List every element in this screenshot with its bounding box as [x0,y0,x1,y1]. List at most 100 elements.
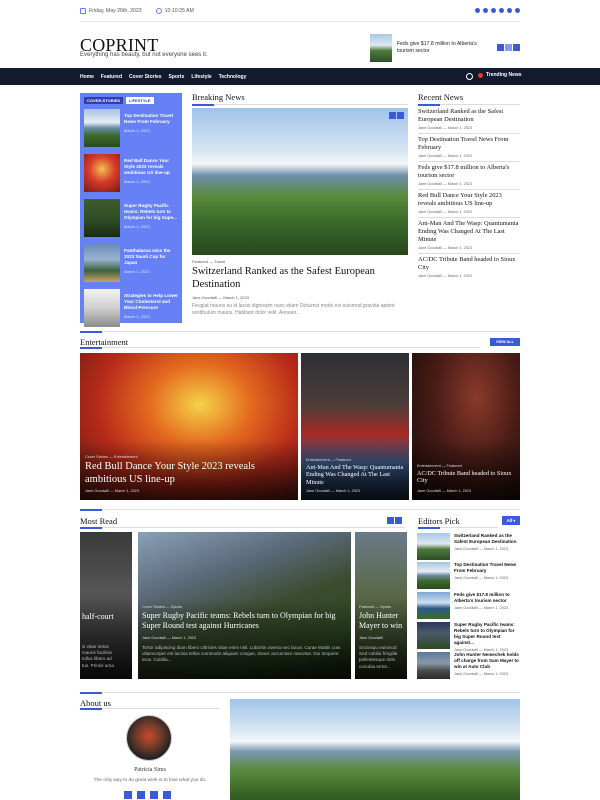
nav-item-technology[interactable]: Technology [219,74,247,80]
prev-arrow-button[interactable] [387,517,394,524]
card-title[interactable]: half-court [82,612,132,622]
twitter-icon[interactable] [491,8,496,13]
recent-news-title[interactable]: Switzerland Ranked as the Safest Europea… [418,108,520,124]
editors-pick-item[interactable]: Super Rugby Pacific teams: Rebels turn t… [417,622,520,652]
tag-cover-stories[interactable]: COVER-STORIES [84,97,124,104]
card-title[interactable]: Red Bull Dance Your Style 2023 reveals a… [85,461,285,486]
editors-pick-filter-dropdown[interactable]: All ▾ [502,516,520,525]
list-item[interactable]: Top Destination Travel News From Februar… [418,134,520,162]
list-item[interactable]: AC/DC Tribute Band headed to Sioux City J… [418,254,520,281]
nav-item-lifestyle[interactable]: Lifestyle [191,74,211,80]
header-news-controls [497,44,520,51]
card-category[interactable]: Entertainment — Featured [417,464,462,468]
cover-story-item[interactable]: Super Rugby Pacific teams: Rebels turn t… [84,199,178,237]
card-title[interactable]: AC/DC Tribute Band headed to Sioux City [417,470,517,485]
instagram-icon[interactable] [163,791,171,799]
card-title[interactable]: Super Rugby Pacific teams: Rebels turn t… [142,611,347,630]
list-item[interactable]: Ant-Man And The Wasp: Quantumania Ending… [418,218,520,254]
cover-story-item[interactable]: Red Bull Dance Your Style 2023 reveals a… [84,154,178,192]
editors-pick-thumbnail[interactable] [417,652,450,679]
pause-button[interactable] [505,44,512,51]
most-read-card[interactable]: Cover Stories — Sports Super Rugby Pacif… [138,532,351,679]
clock-icon [155,7,162,14]
entertainment-card[interactable]: Cover Stories — Entertainment Red Bull D… [80,353,298,500]
facebook-icon[interactable] [124,791,132,799]
card-category[interactable]: Cover Stories — Entertainment [85,455,138,459]
search-icon[interactable] [466,73,473,80]
nav-item-cover-stories[interactable]: Cover Stories [129,74,162,80]
cover-story-title[interactable]: Red Bull Dance Your Style 2023 reveals a… [124,158,178,176]
cover-story-item[interactable]: Top Destination Travel News From Februar… [84,109,178,147]
editors-pick-title[interactable]: Feds give $17.8 million to Alberta's tou… [454,592,520,604]
card-category[interactable]: Featured — Sports [359,605,391,609]
trending-news-button[interactable]: Trending News [478,72,522,78]
list-item[interactable]: Feds give $17.8 million to Alberta's tou… [418,162,520,190]
cover-story-thumbnail[interactable] [84,244,120,282]
trending-dot-icon [478,72,483,78]
editors-pick-title[interactable]: John Hunter Nemechek holds off charge fr… [454,652,520,670]
editors-pick-item[interactable]: John Hunter Nemechek holds off charge fr… [417,652,520,679]
cover-story-thumbnail[interactable] [84,199,120,237]
editors-pick-thumbnail[interactable] [417,592,450,619]
cover-story-thumbnail[interactable] [84,289,120,327]
editors-pick-title[interactable]: Super Rugby Pacific teams: Rebels turn t… [454,622,520,646]
youtube-icon[interactable] [515,8,520,13]
card-category[interactable]: Entertainment — Featured [306,458,351,462]
breaking-news-image[interactable] [192,108,408,255]
most-read-card[interactable]: Featured — Sports John Hunter Mayer to w… [355,532,407,679]
cover-story-title[interactable]: Top Destination Travel News From Februar… [124,113,178,125]
editors-pick-thumbnail[interactable] [417,622,450,649]
next-arrow-button[interactable] [397,112,404,119]
breaking-news-category[interactable]: Featured — Travel [192,259,225,264]
entertainment-card[interactable]: Entertainment — Featured AC/DC Tribute B… [412,353,520,500]
recent-news-title[interactable]: Top Destination Travel News From Februar… [418,136,520,152]
prev-arrow-button[interactable] [497,44,504,51]
next-arrow-button[interactable] [513,44,520,51]
card-title[interactable]: Ant-Man And The Wasp: Quantumania Ending… [306,464,406,486]
breaking-news-excerpt: Feugiat mauris eu id lacus dignissim nun… [192,303,395,316]
cover-story-title[interactable]: Panthalassa wins the 2023 Saudi Cup for … [124,248,178,266]
editors-pick-thumbnail[interactable] [417,533,450,560]
instagram-icon[interactable] [483,8,488,13]
view-all-button[interactable]: VIEW ALL [490,338,520,346]
recent-news-title[interactable]: AC/DC Tribute Band headed to Sioux City [418,256,520,272]
nav-item-featured[interactable]: Featured [101,74,122,80]
editors-pick-item[interactable]: Switzerland Ranked as the Safest Europea… [417,533,520,560]
cover-story-thumbnail[interactable] [84,109,120,147]
facebook-icon[interactable] [475,8,480,13]
editors-pick-item[interactable]: Feds give $17.8 million to Alberta's tou… [417,592,520,619]
nav-item-home[interactable]: Home [80,74,94,80]
twitter-icon[interactable] [137,791,145,799]
cover-story-thumbnail[interactable] [84,154,120,192]
author-name[interactable]: Jane Goodwill [192,295,217,300]
cover-story-title[interactable]: Super Rugby Pacific teams: Rebels turn t… [124,203,178,221]
recent-news-title[interactable]: Red Bull Dance Your Style 2023 reveals a… [418,192,520,208]
header-news-thumbnail[interactable] [370,34,392,62]
cover-story-item[interactable]: Panthalassa wins the 2023 Saudi Cup for … [84,244,178,282]
header-news-title[interactable]: Feds give $17.8 million to Alberta's tou… [397,41,480,55]
prev-arrow-button[interactable] [389,112,396,119]
recent-news-title[interactable]: Feds give $17.8 million to Alberta's tou… [418,164,520,180]
list-item[interactable]: Red Bull Dance Your Style 2023 reveals a… [418,190,520,218]
breaking-news-title[interactable]: Switzerland Ranked as the Safest Europea… [192,265,412,291]
nav-item-sports[interactable]: Sports [169,74,185,80]
header-news-item[interactable]: Feds give $17.8 million to Alberta's tou… [370,34,480,62]
linkedin-icon[interactable] [150,791,158,799]
entertainment-card[interactable]: Entertainment — Featured Ant-Man And The… [301,353,409,500]
next-arrow-button[interactable] [395,517,402,524]
card-title[interactable]: John Hunter Mayer to win [359,611,407,630]
calendar-icon [80,7,86,14]
editors-pick-thumbnail[interactable] [417,562,450,589]
list-item[interactable]: Switzerland Ranked as the Safest Europea… [418,106,520,134]
skype-icon[interactable] [507,8,512,13]
editors-pick-title[interactable]: Top Destination Travel News From Februar… [454,562,520,574]
cover-story-title[interactable]: Strategies to Help Lower Your Cholestero… [124,293,178,311]
tag-lifestyle[interactable]: LIFESTYLE [126,97,154,104]
most-read-card[interactable]: half-court is vitae netus mauris facilis… [80,532,132,679]
editors-pick-item[interactable]: Top Destination Travel News From Februar… [417,562,520,589]
editors-pick-title[interactable]: Switzerland Ranked as the Safest Europea… [454,533,520,545]
recent-news-title[interactable]: Ant-Man And The Wasp: Quantumania Ending… [418,220,520,244]
vimeo-icon[interactable] [499,8,504,13]
card-category[interactable]: Cover Stories — Sports [142,605,182,609]
cover-story-item[interactable]: Strategies to Help Lower Your Cholestero… [84,289,178,327]
